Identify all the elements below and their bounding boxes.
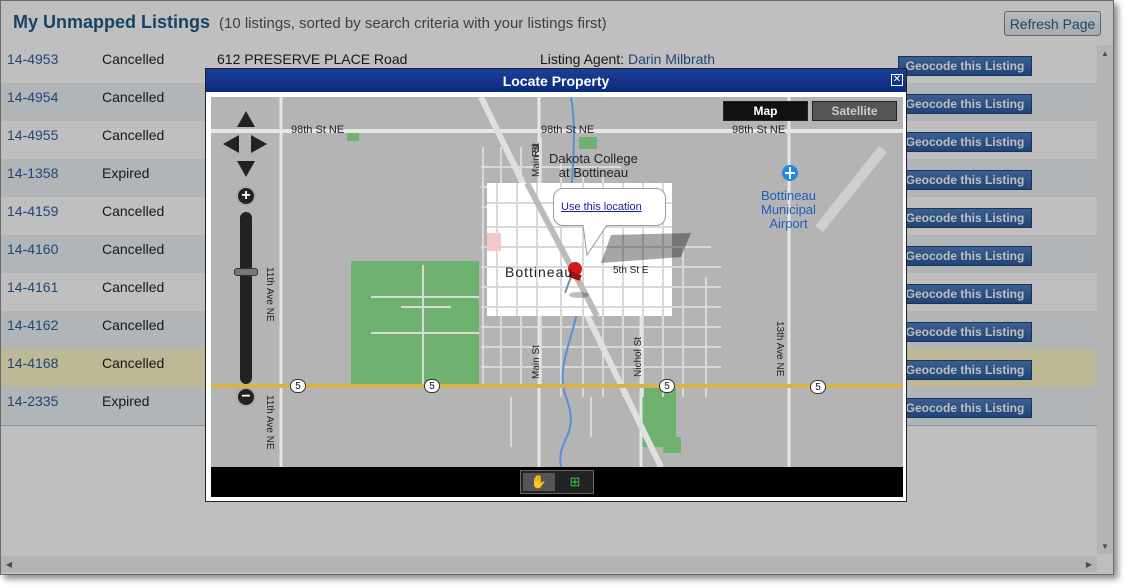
pan-right-icon[interactable] <box>251 135 267 153</box>
zoom-slider-handle[interactable] <box>234 268 258 276</box>
label-98th-st-mid: 98th St NE <box>541 124 595 136</box>
use-this-location-link[interactable]: Use this location <box>561 201 642 213</box>
pan-left-icon[interactable] <box>223 135 239 153</box>
label-town-bottineau: Bottineau <box>505 264 574 280</box>
pan-down-icon[interactable] <box>237 161 255 177</box>
map-type-map-button[interactable]: Map <box>723 101 808 121</box>
highway-5-shield: 5 <box>810 380 826 394</box>
dialog-title: Locate Property <box>502 72 610 89</box>
label-dakota-college: Dakota College at Bottineau <box>549 151 638 180</box>
map-view[interactable]: Use this location 98th St NE 98th St NE … <box>211 97 903 497</box>
label-11th-ave-bottom: 11th Ave NE <box>264 395 275 450</box>
map-type-satellite-button[interactable]: Satellite <box>812 101 897 121</box>
label-13th-ave: 13th Ave NE <box>774 321 785 377</box>
map-tool-group: ✋ ⊞ <box>520 470 594 494</box>
zoom-in-icon[interactable]: + <box>236 186 256 206</box>
map-toolbar: ✋ ⊞ <box>211 467 903 497</box>
locate-property-dialog: Locate Property ✕ Use this location 98th… <box>205 68 907 502</box>
hand-pan-icon[interactable]: ✋ <box>523 473 555 491</box>
label-airport: Bottineau Municipal Airport <box>761 188 816 231</box>
callout-pointer <box>583 225 608 257</box>
label-98th-st-right: 98th St NE <box>732 124 786 136</box>
highway-5-shield: 5 <box>290 379 306 393</box>
zoom-box-icon[interactable]: ⊞ <box>559 473 591 491</box>
zoom-out-icon[interactable]: − <box>236 387 256 407</box>
label-main-st-bottom: Main St <box>531 345 542 379</box>
label-nichol-st: Nichol St <box>633 336 644 377</box>
highway-5-shield: 5 <box>424 379 440 393</box>
park-area <box>663 437 681 453</box>
close-icon[interactable]: ✕ <box>891 74 903 86</box>
highway-5-shield: 5 <box>659 379 675 393</box>
label-11th-ave-top: 11th Ave NE <box>264 267 275 322</box>
park-area <box>351 261 479 387</box>
label-5th-st-e: 5th St E <box>613 265 649 276</box>
pan-up-icon[interactable] <box>237 111 255 127</box>
park-area <box>579 137 597 149</box>
dialog-titlebar: Locate Property <box>206 69 906 92</box>
label-98th-st-left: 98th St NE <box>291 124 345 136</box>
zoom-slider[interactable] <box>240 212 252 384</box>
label-rd: Rd <box>531 144 542 157</box>
airport-runway <box>815 145 887 233</box>
